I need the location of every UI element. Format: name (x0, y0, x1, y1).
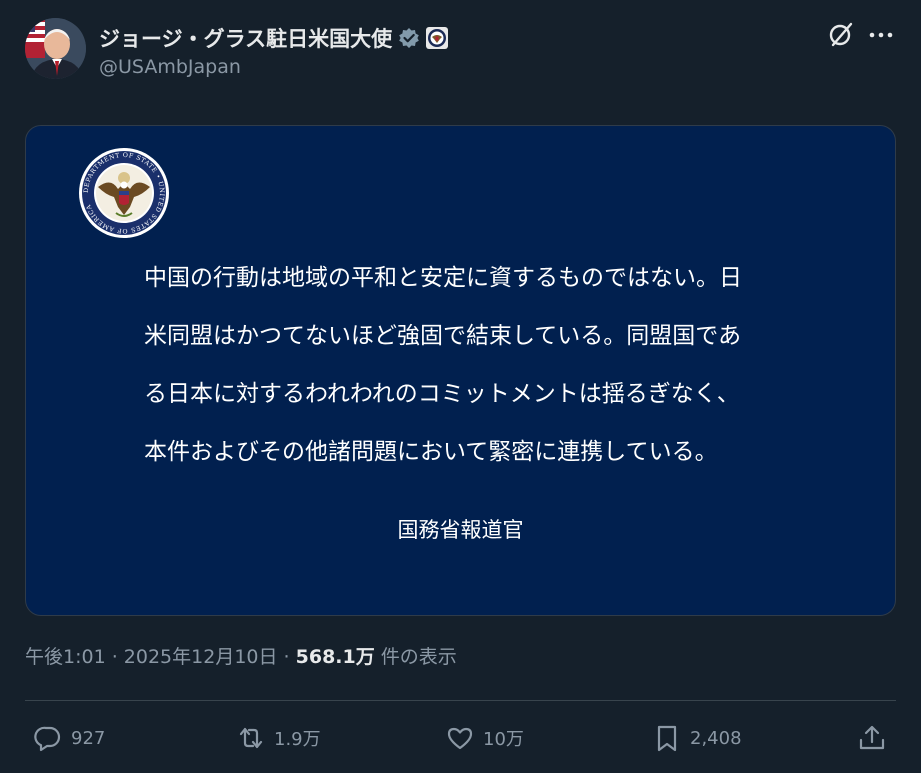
share-icon (859, 725, 885, 750)
like-count: 10万 (483, 729, 524, 750)
statement-text: 中国の行動は地域の平和と安定に資するものではない。日 米同盟はかつてないほど強固… (144, 258, 784, 490)
bookmark-count: 2,408 (690, 727, 742, 749)
handle[interactable]: @USAmbJapan (99, 56, 241, 78)
statement-image[interactable]: DEPARTMENT OF STATE • UNITED STATES OF A… (25, 125, 896, 616)
like-icon (447, 727, 473, 750)
verified-badge-icon[interactable] (398, 27, 420, 49)
post-date[interactable]: 2025年12月10日 (124, 646, 278, 668)
reply-icon (34, 726, 61, 752)
like-button[interactable]: 10万 (445, 718, 524, 758)
meta-separator: · (277, 646, 296, 668)
avatar[interactable] (25, 18, 86, 79)
reply-button[interactable]: 927 (33, 718, 105, 758)
views-label: 件の表示 (374, 646, 457, 668)
statement-line: 中国の行動は地域の平和と安定に資するものではない。日 (144, 265, 742, 291)
statement-line: る日本に対するわれわれのコミットメントは揺るぎなく、 (144, 381, 740, 407)
reply-count: 927 (71, 727, 106, 749)
grok-button[interactable] (826, 20, 856, 50)
post-time[interactable]: 午後1:01 (25, 646, 106, 668)
share-button[interactable] (857, 718, 887, 758)
repost-count: 1.9万 (274, 729, 321, 750)
grok-icon (829, 22, 853, 47)
repost-icon (239, 727, 263, 749)
post-header: ジョージ・グラス駐日米国大使 @USAmbJapan (25, 18, 896, 82)
display-name[interactable]: ジョージ・グラス駐日米国大使 (99, 23, 392, 53)
meta-separator: · (105, 646, 124, 668)
bookmark-icon (657, 725, 677, 752)
more-icon (869, 32, 893, 38)
action-bar: 927 1.9万 10万 2,408 (25, 718, 896, 758)
affiliation-seal-icon[interactable] (426, 27, 449, 49)
more-button[interactable] (866, 20, 896, 50)
divider (25, 700, 896, 701)
statement-line: 本件およびその他諸問題において緊密に連携している。 (144, 439, 718, 465)
repost-button[interactable]: 1.9万 (236, 718, 321, 758)
statement-line: 米同盟はかつてないほど強固で結束している。同盟国であ (144, 323, 742, 349)
statement-signature: 国務省報道官 (397, 518, 524, 542)
post-meta: 午後1:01 · 2025年12月10日 · 568.1万 件の表示 (25, 642, 457, 669)
views-count: 568.1万 (295, 646, 375, 668)
bookmark-button[interactable]: 2,408 (652, 718, 742, 758)
department-of-state-seal: DEPARTMENT OF STATE • UNITED STATES OF A… (79, 148, 169, 238)
